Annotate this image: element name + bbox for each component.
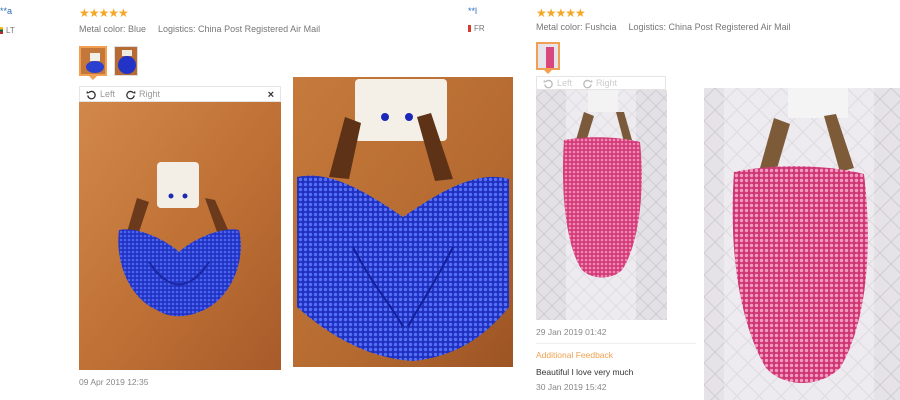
blue-necklace-photo <box>79 102 281 370</box>
rotate-right-button[interactable]: Right <box>582 78 617 89</box>
rotate-left-label: Left <box>557 78 573 88</box>
review-date: 29 Jan 2019 01:42 <box>536 327 607 337</box>
active-thumbnail-pointer <box>544 70 552 74</box>
rotate-left-icon <box>543 79 553 88</box>
reviewer-country: FR <box>468 24 485 33</box>
country-code: FR <box>474 24 485 33</box>
rotate-right-icon <box>126 90 136 99</box>
review-photo-main[interactable] <box>536 90 667 320</box>
review-thumbnail-2[interactable] <box>114 46 138 76</box>
flag-fr-icon <box>468 25 471 32</box>
review-thumbnail-1[interactable] <box>79 46 107 76</box>
reviewer-name[interactable]: **l <box>468 6 477 16</box>
reviewer-country: LT <box>0 26 15 35</box>
rotate-right-icon <box>583 79 593 88</box>
image-viewer-toolbar: Left Right <box>536 76 666 90</box>
active-thumbnail-pointer <box>89 76 97 80</box>
reviewer-name[interactable]: **a <box>0 6 12 16</box>
additional-feedback-label: Additional Feedback <box>536 350 614 360</box>
divider <box>536 343 696 344</box>
review-photo-enlarged[interactable] <box>293 77 513 367</box>
review-attributes: Metal color: Fushcia Logistics: China Pos… <box>536 22 791 32</box>
review-photo-main[interactable] <box>79 102 281 370</box>
rotate-left-icon <box>86 90 96 99</box>
additional-feedback-text: Beautiful I love very much <box>536 367 634 377</box>
rotate-right-button[interactable]: Right <box>125 89 160 100</box>
review-thumbnail-1[interactable] <box>536 42 560 70</box>
rotate-right-label: Right <box>139 89 161 99</box>
metal-color: Metal color: Fushcia <box>536 22 617 32</box>
rotate-left-label: Left <box>100 89 116 99</box>
pink-necklace-thumbnail-image <box>538 44 558 68</box>
rotate-right-label: Right <box>596 78 618 88</box>
review-photo-enlarged[interactable] <box>704 88 900 400</box>
pink-necklace-photo <box>536 90 667 320</box>
star-rating: ★★★★★ <box>79 6 129 20</box>
necklace-thumbnail-image <box>81 48 105 74</box>
logistics: Logistics: China Post Registered Air Mai… <box>628 22 791 32</box>
flag-lt-icon <box>0 27 3 34</box>
blue-necklace-closeup-photo <box>293 77 513 367</box>
review-date: 09 Apr 2019 12:35 <box>79 377 149 387</box>
logistics: Logistics: China Post Registered Air Mai… <box>158 24 321 34</box>
star-rating: ★★★★★ <box>536 6 586 20</box>
image-viewer-toolbar: Left Right × <box>79 86 281 102</box>
country-code: LT <box>6 26 15 35</box>
rotate-left-button[interactable]: Left <box>86 89 115 100</box>
metal-color: Metal color: Blue <box>79 24 147 34</box>
pink-necklace-closeup-photo <box>704 88 900 400</box>
necklace-thumbnail-image <box>115 47 137 75</box>
rotate-left-button[interactable]: Left <box>543 78 572 89</box>
additional-feedback-date: 30 Jan 2019 15:42 <box>536 382 607 392</box>
close-viewer-button[interactable]: × <box>268 89 274 101</box>
review-attributes: Metal color: Blue Logistics: China Post R… <box>79 24 320 34</box>
